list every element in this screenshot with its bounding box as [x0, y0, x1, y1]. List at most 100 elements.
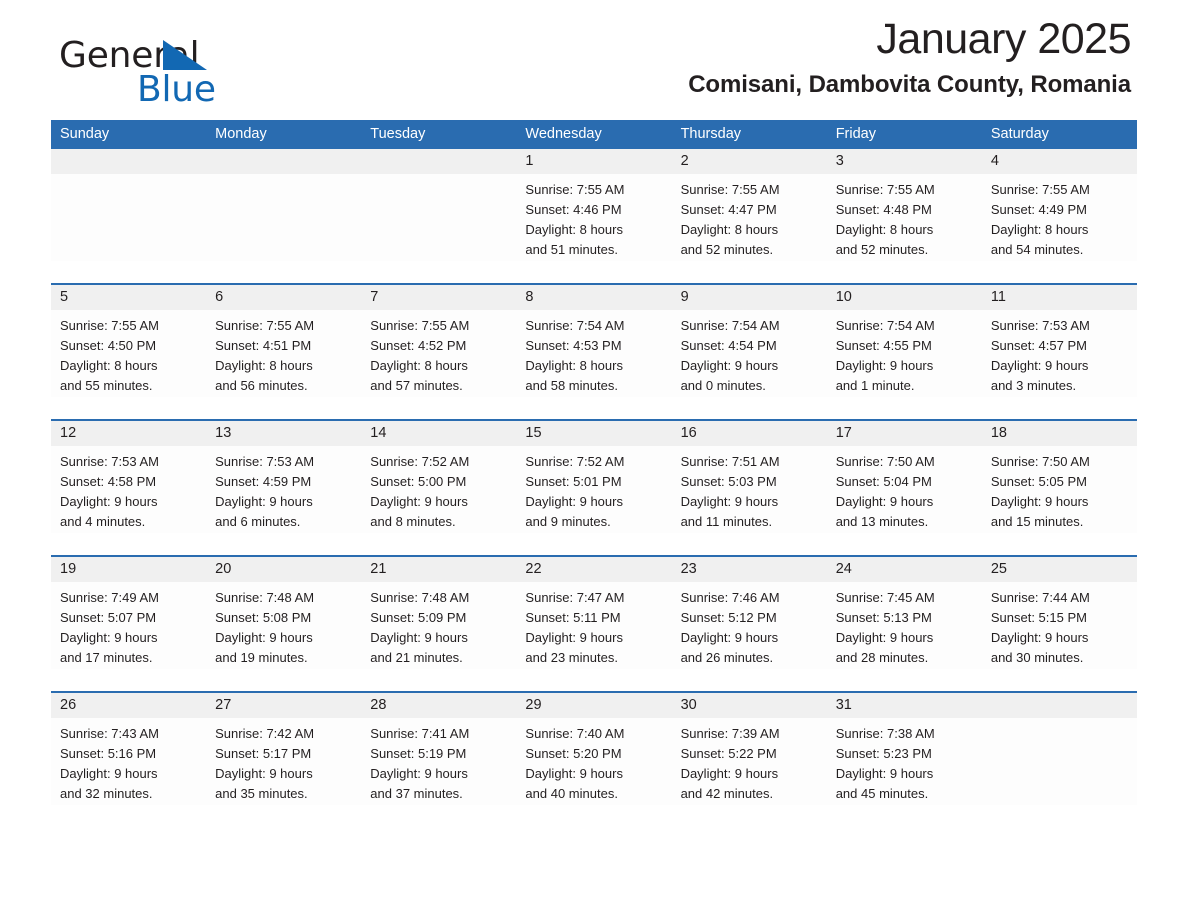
day-number[interactable]: 25	[982, 557, 1137, 582]
day-cell[interactable]: Sunrise: 7:53 AM Sunset: 4:59 PM Daylight:…	[206, 446, 361, 533]
day-of-week-header: Sunday Monday Tuesday Wednesday Thursday…	[51, 120, 1137, 149]
day-number[interactable]: 17	[827, 421, 982, 446]
day-detail-line: and 23 minutes.	[525, 650, 618, 665]
day-detail-line: Daylight: 9 hours	[990, 358, 1089, 373]
day-number[interactable]: 23	[672, 557, 827, 582]
week-detail-cells: Sunrise: 7:49 AM Sunset: 5:07 PM Daylight:…	[51, 582, 1137, 669]
day-cell[interactable]: Sunrise: 7:52 AM Sunset: 5:00 PM Daylight:…	[361, 446, 516, 533]
day-number[interactable]: 16	[672, 421, 827, 446]
day-detail-line: Sunset: 5:15 PM	[990, 610, 1087, 625]
day-cell[interactable]: Sunrise: 7:38 AM Sunset: 5:23 PM Daylight:…	[827, 718, 982, 805]
day-cell[interactable]: Sunrise: 7:55 AM Sunset: 4:50 PM Daylight:…	[51, 310, 206, 397]
dow-tuesday: Tuesday	[370, 126, 426, 142]
day-number[interactable]: 30	[672, 693, 827, 718]
day-cell[interactable]: Sunrise: 7:48 AM Sunset: 5:09 PM Daylight:…	[361, 582, 516, 669]
day-cell[interactable]: Sunrise: 7:55 AM Sunset: 4:49 PM Daylight:…	[982, 174, 1137, 261]
page-header: General Blue January 2025 Comisani, Damb…	[51, 0, 1137, 110]
day-number[interactable]: 8	[516, 285, 671, 310]
day-number[interactable]: 20	[206, 557, 361, 582]
day-number[interactable]: 5	[51, 285, 206, 310]
day-detail-line: Daylight: 8 hours	[835, 222, 934, 237]
day-number[interactable]: 24	[827, 557, 982, 582]
day-cell[interactable]: Sunrise: 7:42 AM Sunset: 5:17 PM Daylight:…	[206, 718, 361, 805]
day-detail-line: Sunset: 4:52 PM	[370, 338, 467, 353]
day-number[interactable]: 3	[827, 149, 982, 174]
calendar-week-row: 19 20 21 22 23 24 25 Sunrise: 7:49 AM Sunset: 5:…	[51, 555, 1137, 669]
day-number[interactable]: 26	[51, 693, 206, 718]
day-cell[interactable]: Sunrise: 7:53 AM Sunset: 4:57 PM Daylight:…	[982, 310, 1137, 397]
day-cell[interactable]: Sunrise: 7:55 AM Sunset: 4:52 PM Daylight:…	[361, 310, 516, 397]
day-number[interactable]: 9	[672, 285, 827, 310]
day-cell[interactable]: Sunrise: 7:52 AM Sunset: 5:01 PM Daylight:…	[516, 446, 671, 533]
day-number[interactable]: 10	[827, 285, 982, 310]
day-cell[interactable]: Sunrise: 7:50 AM Sunset: 5:04 PM Daylight:…	[827, 446, 982, 533]
day-detail-line: Sunrise: 7:42 AM	[215, 726, 315, 741]
week-detail-cells: Sunrise: 7:43 AM Sunset: 5:16 PM Daylight:…	[51, 718, 1137, 805]
day-number[interactable]: 4	[982, 149, 1137, 174]
day-cell[interactable]: Sunrise: 7:53 AM Sunset: 4:58 PM Daylight:…	[51, 446, 206, 533]
day-detail-line: and 45 minutes.	[835, 786, 929, 801]
day-number[interactable]: 2	[672, 149, 827, 174]
day-detail-line: and 4 minutes.	[60, 514, 146, 529]
day-number[interactable]: 28	[361, 693, 516, 718]
day-number[interactable]: 6	[206, 285, 361, 310]
day-cell[interactable]: Sunrise: 7:41 AM Sunset: 5:19 PM Daylight:…	[361, 718, 516, 805]
day-cell[interactable]: Sunrise: 7:43 AM Sunset: 5:16 PM Daylight:…	[51, 718, 206, 805]
day-number[interactable]: 15	[516, 421, 671, 446]
day-detail-line: Sunrise: 7:45 AM	[835, 590, 935, 605]
general-blue-logo[interactable]: General Blue	[59, 36, 319, 110]
week-date-numbers: 5 6 7 8 9 10 11	[51, 285, 1137, 310]
day-cell[interactable]: Sunrise: 7:54 AM Sunset: 4:55 PM Daylight:…	[827, 310, 982, 397]
day-number[interactable]: 22	[516, 557, 671, 582]
week-date-numbers: 12 13 14 15 16 17 18	[51, 421, 1137, 446]
day-cell[interactable]: Sunrise: 7:54 AM Sunset: 4:54 PM Daylight:…	[672, 310, 827, 397]
day-detail-line: Sunset: 5:00 PM	[370, 474, 467, 489]
day-detail-line: and 28 minutes.	[835, 650, 929, 665]
day-detail-line: Sunrise: 7:44 AM	[990, 590, 1090, 605]
day-detail-line: Sunrise: 7:41 AM	[370, 726, 470, 741]
day-detail-line: Daylight: 9 hours	[680, 766, 779, 781]
day-detail-line: Daylight: 9 hours	[215, 630, 313, 645]
day-number[interactable]: 12	[51, 421, 206, 446]
day-number[interactable]: 13	[206, 421, 361, 446]
day-detail-line: and 42 minutes.	[680, 786, 774, 801]
day-detail-line: Sunset: 4:58 PM	[60, 474, 157, 489]
day-cell[interactable]: Sunrise: 7:39 AM Sunset: 5:22 PM Daylight:…	[672, 718, 827, 805]
day-detail-line: Sunrise: 7:52 AM	[525, 454, 625, 469]
day-number[interactable]: 19	[51, 557, 206, 582]
day-cell[interactable]: Sunrise: 7:44 AM Sunset: 5:15 PM Daylight:…	[982, 582, 1137, 669]
day-number[interactable]: 27	[206, 693, 361, 718]
day-detail-line: and 8 minutes.	[370, 514, 456, 529]
day-cell[interactable]: Sunrise: 7:40 AM Sunset: 5:20 PM Daylight:…	[516, 718, 671, 805]
day-cell[interactable]: Sunrise: 7:46 AM Sunset: 5:12 PM Daylight:…	[672, 582, 827, 669]
day-cell[interactable]: Sunrise: 7:54 AM Sunset: 4:53 PM Daylight:…	[516, 310, 671, 397]
day-detail-line: Sunrise: 7:49 AM	[60, 590, 159, 605]
day-detail-line: Sunset: 4:46 PM	[525, 202, 622, 217]
day-cell[interactable]: Sunrise: 7:55 AM Sunset: 4:48 PM Daylight:…	[827, 174, 982, 261]
day-number[interactable]: 1	[516, 149, 671, 174]
day-detail-line: and 40 minutes.	[525, 786, 618, 801]
day-number[interactable]: 18	[982, 421, 1137, 446]
day-cell[interactable]: Sunrise: 7:55 AM Sunset: 4:46 PM Daylight:…	[516, 174, 671, 261]
day-number[interactable]: 21	[361, 557, 516, 582]
day-detail-line: Sunset: 5:20 PM	[525, 746, 622, 761]
day-cell[interactable]: Sunrise: 7:55 AM Sunset: 4:47 PM Daylight:…	[672, 174, 827, 261]
day-cell[interactable]: Sunrise: 7:49 AM Sunset: 5:07 PM Daylight:…	[51, 582, 206, 669]
day-cell[interactable]: Sunrise: 7:45 AM Sunset: 5:13 PM Daylight:…	[827, 582, 982, 669]
day-cell[interactable]: Sunrise: 7:50 AM Sunset: 5:05 PM Daylight:…	[982, 446, 1137, 533]
day-number[interactable]: 29	[516, 693, 671, 718]
day-cell[interactable]: Sunrise: 7:55 AM Sunset: 4:51 PM Daylight:…	[206, 310, 361, 397]
day-detail-line: Sunset: 4:51 PM	[215, 338, 312, 353]
week-detail-cells: Sunrise: 7:55 AM Sunset: 4:50 PM Daylight:…	[51, 310, 1137, 397]
day-cell[interactable]: Sunrise: 7:51 AM Sunset: 5:03 PM Daylight:…	[672, 446, 827, 533]
day-detail-line: Sunrise: 7:40 AM	[525, 726, 625, 741]
week-spacer	[51, 397, 1137, 419]
day-number[interactable]: 11	[982, 285, 1137, 310]
day-cell[interactable]: Sunrise: 7:48 AM Sunset: 5:08 PM Daylight:…	[206, 582, 361, 669]
day-number[interactable]: 7	[361, 285, 516, 310]
day-detail-line: Daylight: 9 hours	[60, 630, 158, 645]
day-number[interactable]: 14	[361, 421, 516, 446]
day-number[interactable]: 31	[827, 693, 982, 718]
day-detail-line: Sunrise: 7:53 AM	[990, 318, 1090, 333]
day-cell[interactable]: Sunrise: 7:47 AM Sunset: 5:11 PM Daylight:…	[516, 582, 671, 669]
